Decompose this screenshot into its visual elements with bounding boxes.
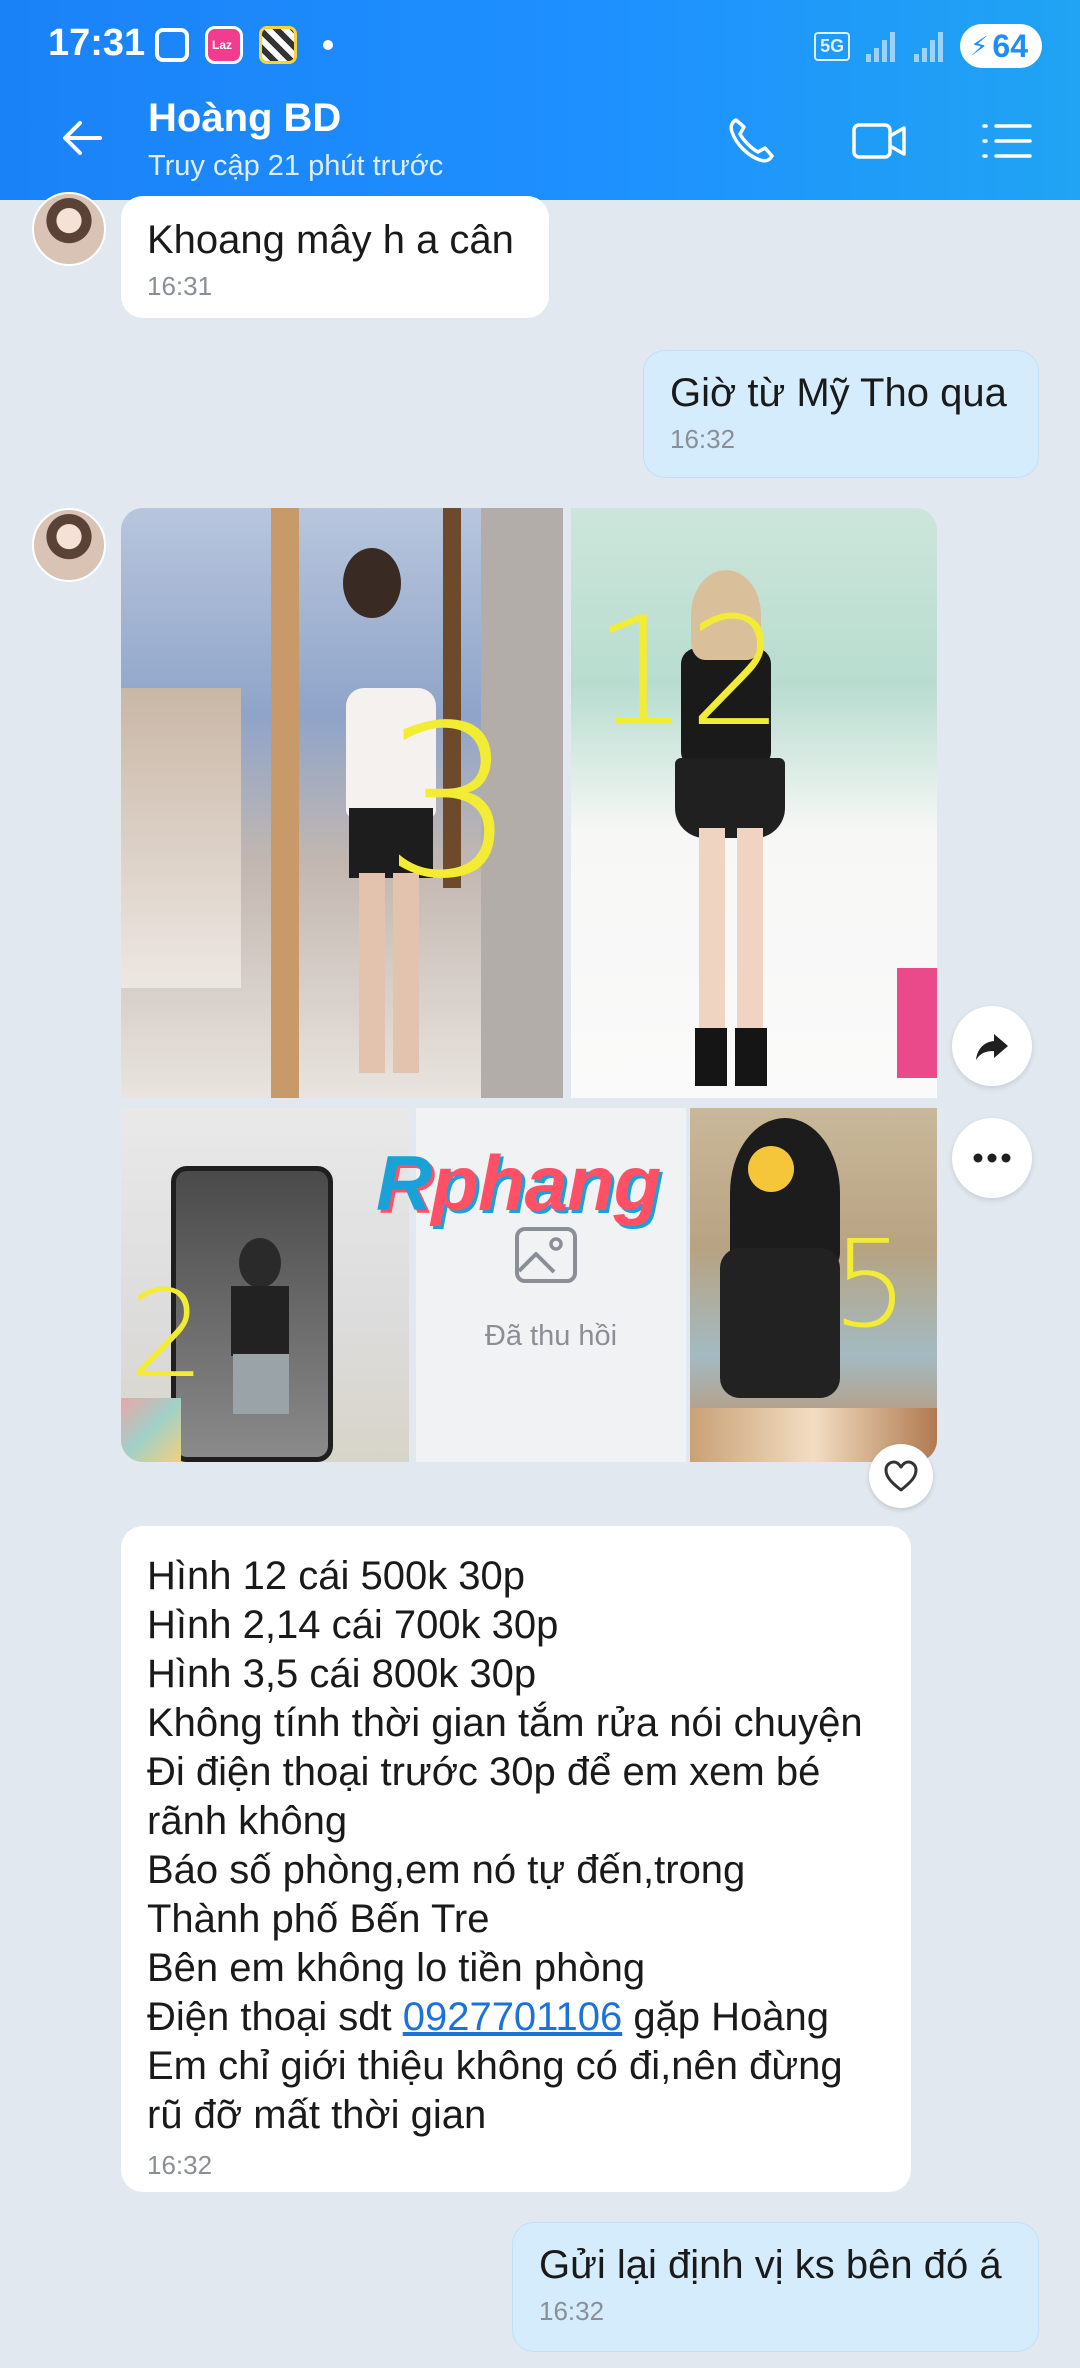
message-line: Thành phố Bến Tre bbox=[147, 1897, 490, 1941]
message-line: Hình 3,5 cái 800k 30p bbox=[147, 1652, 537, 1696]
last-seen-status: Truy cập 21 phút trước bbox=[148, 150, 444, 182]
message-line: Đi điện thoại trước 30p để em xem bé bbox=[147, 1750, 821, 1794]
photo-number-label: 3 bbox=[383, 680, 517, 925]
status-time: 17:31 bbox=[48, 22, 146, 64]
charging-icon: ⚡ bbox=[970, 30, 989, 61]
message-text: Giờ từ Mỹ Tho qua bbox=[670, 371, 1007, 415]
game-app-icon bbox=[259, 26, 297, 64]
video-call-icon[interactable] bbox=[850, 112, 908, 170]
message-text: Khoang mây h a cân bbox=[147, 218, 514, 262]
screenshot-icon bbox=[155, 28, 189, 62]
message-bubble-outgoing[interactable]: Gửi lại định vị ks bên đó á 16:32 bbox=[512, 2222, 1039, 2352]
message-line: Hình 12 cái 500k 30p bbox=[147, 1554, 526, 1598]
watermark: Rphang bbox=[376, 1139, 661, 1227]
share-icon bbox=[976, 1034, 1008, 1060]
photo-3[interactable]: 2 bbox=[121, 1108, 409, 1462]
lazada-icon bbox=[205, 26, 243, 64]
message-line: rũ đỡ mất thời gian bbox=[147, 2093, 487, 2137]
message-time: 16:32 bbox=[670, 424, 736, 454]
message-text: Gửi lại định vị ks bên đó á bbox=[539, 2243, 1002, 2287]
phone-number-link[interactable]: 0927701106 bbox=[403, 1995, 623, 2039]
battery-level: 64 bbox=[992, 27, 1028, 64]
message-line: Bên em không lo tiền phòng bbox=[147, 1946, 646, 1990]
photo-number-label: 2 bbox=[129, 1266, 206, 1405]
message-line: Báo số phòng,em nó tự đến,trong bbox=[147, 1848, 746, 1892]
signal-icon-2 bbox=[912, 30, 946, 62]
menu-list-icon[interactable] bbox=[978, 112, 1036, 170]
message-line-phone: Điện thoại sdt 0927701106 gặp Hoàng bbox=[147, 1995, 830, 2039]
message-line: Không tính thời gian tắm rửa nói chuyện bbox=[147, 1701, 863, 1745]
more-notifications-dot bbox=[323, 40, 333, 50]
battery-indicator: ⚡ 64 bbox=[960, 24, 1042, 68]
chat-header: 17:31 5G ⚡ 64 Hoàng BD Truy cập 21 phút … bbox=[0, 0, 1080, 200]
heart-icon bbox=[884, 1460, 918, 1492]
photo-number-label: 5 bbox=[832, 1216, 909, 1355]
back-arrow-icon[interactable] bbox=[56, 112, 108, 164]
more-icon bbox=[973, 1153, 1011, 1163]
message-bubble-incoming[interactable]: Khoang mây h a cân 16:31 bbox=[121, 196, 549, 318]
avatar[interactable] bbox=[32, 192, 106, 266]
message-bubble-incoming[interactable]: Hình 12 cái 500k 30p Hình 2,14 cái 700k … bbox=[121, 1526, 911, 2192]
photo-1[interactable]: 3 bbox=[121, 508, 563, 1098]
message-time: 16:32 bbox=[147, 2150, 213, 2180]
notification-icons bbox=[155, 26, 333, 64]
phone-icon[interactable] bbox=[722, 112, 780, 170]
message-time: 16:32 bbox=[539, 2296, 605, 2326]
recalled-label: Đã thu hồi bbox=[484, 1320, 618, 1352]
message-line: Hình 2,14 cái 700k 30p bbox=[147, 1603, 559, 1647]
image-icon bbox=[515, 1227, 577, 1283]
photo-2[interactable]: 12 bbox=[571, 508, 937, 1098]
message-bubble-outgoing[interactable]: Giờ từ Mỹ Tho qua 16:32 bbox=[643, 350, 1039, 478]
contact-name[interactable]: Hoàng BD bbox=[148, 96, 341, 141]
message-line: Em chỉ giới thiệu không có đi,nên đừng bbox=[147, 2044, 843, 2088]
photo-number-label: 12 bbox=[593, 586, 784, 760]
system-status-icons: 5G ⚡ 64 bbox=[814, 24, 1042, 68]
status-bar: 17:31 5G ⚡ 64 bbox=[0, 0, 1080, 92]
photo-5[interactable]: 5 bbox=[690, 1108, 937, 1462]
avatar[interactable] bbox=[32, 508, 106, 582]
message-line: rãnh không bbox=[147, 1799, 348, 1843]
message-text: Hình 12 cái 500k 30p Hình 2,14 cái 700k … bbox=[147, 1552, 885, 2140]
share-button[interactable] bbox=[952, 1006, 1032, 1086]
message-time: 16:31 bbox=[147, 271, 213, 301]
network-type: 5G bbox=[814, 31, 851, 61]
signal-icon bbox=[864, 30, 898, 62]
react-heart-button[interactable] bbox=[869, 1444, 933, 1508]
more-options-button[interactable] bbox=[952, 1118, 1032, 1198]
